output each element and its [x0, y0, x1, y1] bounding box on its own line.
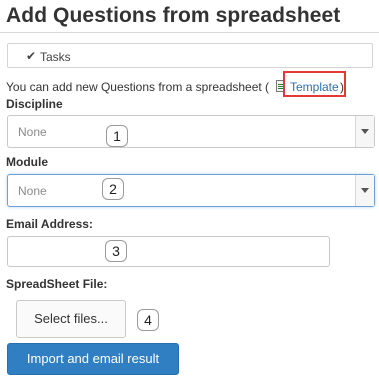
callout-badge-1: 1: [106, 125, 128, 147]
tasks-panel[interactable]: ✔ Tasks: [7, 43, 373, 68]
page-title: Add Questions from spreadsheet: [6, 4, 341, 27]
callout-badge-2: 2: [102, 178, 124, 200]
checkmark-icon: ✔: [26, 49, 37, 63]
intro-text-before: You can add new Questions from a spreads…: [6, 80, 270, 94]
module-select[interactable]: None: [7, 174, 375, 207]
module-label: Module: [6, 155, 48, 169]
callout-badge-3: 3: [105, 240, 127, 262]
email-label: Email Address:: [6, 217, 93, 231]
discipline-select-value: None: [18, 125, 47, 139]
discipline-label: Discipline: [6, 97, 63, 111]
spreadsheet-file-label: SpreadSheet File:: [6, 277, 108, 291]
callout-badge-4: 4: [137, 309, 159, 331]
discipline-select[interactable]: None: [7, 115, 375, 148]
import-and-email-button[interactable]: Import and email result: [7, 343, 179, 375]
intro-text: You can add new Questions from a spreads…: [6, 80, 269, 94]
template-highlight-box: [283, 71, 346, 97]
title-divider: [0, 32, 379, 33]
chevron-down-icon[interactable]: [355, 116, 374, 147]
tasks-label: Tasks: [40, 50, 71, 64]
select-files-button[interactable]: Select files...: [16, 300, 126, 338]
email-field[interactable]: [7, 236, 330, 267]
chevron-down-icon[interactable]: [355, 175, 374, 206]
module-select-value: None: [18, 184, 47, 198]
